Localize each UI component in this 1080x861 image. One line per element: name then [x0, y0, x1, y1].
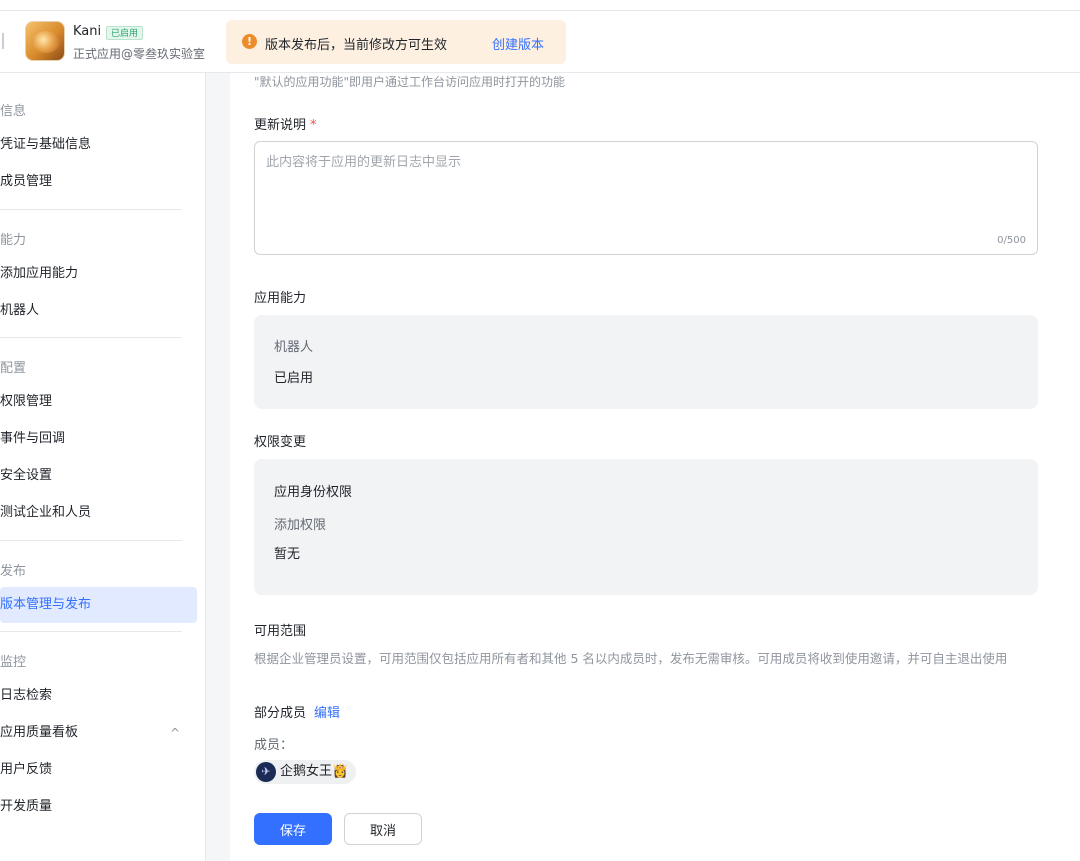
sidebar-item-log-search[interactable]: 日志检索 [0, 678, 197, 714]
sidebar-item-add-capability[interactable]: 添加应用能力 [0, 256, 197, 292]
availability-label: 可用范围 [254, 624, 307, 639]
permission-change-label: 权限变更 [254, 435, 307, 450]
update-notes-label: 更新说明 * [254, 114, 317, 133]
scope-value: 部分成员 [254, 706, 307, 721]
member-chip[interactable]: ✈ 企鹅女王👸 [254, 760, 357, 784]
sidebar-item-permissions[interactable]: 权限管理 [0, 384, 197, 420]
availability-description: 根据企业管理员设置，可用范围仅包括应用所有者和其他 5 名以内成员时，发布无需审… [254, 651, 1008, 666]
sidebar-item-test-tenant[interactable]: 测试企业和人员 [0, 495, 197, 531]
main-area: "默认的应用功能"即用户通过工作台访问应用时打开的功能 更新说明 * 此内容将于应… [206, 73, 1080, 861]
notice-text: 版本发布后，当前修改方可生效 [265, 38, 448, 53]
top-divider [0, 10, 1080, 11]
warning-circle-icon: ! [242, 34, 257, 49]
sidebar-group-monitor: 监控 [0, 655, 27, 670]
sidebar-divider [0, 540, 182, 541]
update-notes-label-text: 更新说明 [254, 118, 307, 133]
capability-item-status: 已启用 [274, 371, 314, 386]
permission-add-label: 添加权限 [274, 518, 327, 533]
sidebar-divider [0, 209, 182, 210]
update-notes-textarea[interactable]: 此内容将于应用的更新日志中显示 0/500 [254, 141, 1038, 255]
sidebar-item-credentials[interactable]: 凭证与基础信息 [0, 127, 197, 163]
sidebar-item-dev-quality[interactable]: 开发质量 [0, 789, 197, 825]
capability-box: 机器人 已启用 [254, 315, 1038, 409]
publish-notice: ! 版本发布后，当前修改方可生效 创建版本 [226, 20, 566, 64]
sidebar-group-config: 配置 [0, 361, 27, 376]
default-feature-hint: "默认的应用功能"即用户通过工作台访问应用时打开的功能 [254, 75, 566, 89]
sidebar-item-version-release[interactable]: 版本管理与发布 [0, 587, 197, 623]
create-version-link[interactable]: 创建版本 [492, 34, 544, 53]
chevron-up-icon[interactable]: ^ [170, 715, 180, 751]
sidebar-group-info: 信息 [0, 104, 27, 119]
member-name: 企鹅女王👸 [280, 764, 349, 779]
member-avatar: ✈ [256, 762, 276, 782]
required-mark: * [310, 118, 317, 133]
version-form-card: "默认的应用功能"即用户通过工作台访问应用时打开的功能 更新说明 * 此内容将于应… [230, 73, 1080, 861]
edit-scope-link[interactable]: 编辑 [314, 706, 340, 721]
capability-section-label: 应用能力 [254, 291, 307, 306]
members-label: 成员： [254, 738, 294, 753]
sidebar-divider [0, 337, 182, 338]
top-bar: Kani 已启用 正式应用@零叁玖实验室 ! 版本发布后，当前修改方可生效 创建… [0, 0, 1080, 73]
availability-scope: 部分成员 编辑 [254, 702, 340, 721]
back-mark[interactable] [2, 33, 4, 49]
sidebar-item-label: 应用质量看板 [0, 725, 79, 740]
permission-add-value: 暂无 [274, 547, 301, 562]
permission-scope-title: 应用身份权限 [274, 485, 353, 500]
sidebar-item-security[interactable]: 安全设置 [0, 458, 197, 494]
sidebar: 信息 凭证与基础信息 成员管理 能力 添加应用能力 机器人 配置 权限管理 事件… [0, 73, 206, 861]
app-food-logo-icon [25, 21, 65, 61]
app-logo-dish [32, 31, 60, 53]
app-status-badge: 已启用 [106, 26, 144, 40]
sidebar-item-events[interactable]: 事件与回调 [0, 421, 197, 457]
app-name: Kani [73, 24, 102, 39]
capability-item-title: 机器人 [274, 340, 314, 355]
app-subtitle: 正式应用@零叁玖实验室 [73, 47, 206, 61]
update-notes-placeholder: 此内容将于应用的更新日志中显示 [266, 155, 462, 170]
char-counter: 0/500 [997, 235, 1026, 246]
permission-box: 应用身份权限 添加权限 暂无 [254, 459, 1038, 595]
save-button[interactable]: 保存 [254, 813, 332, 845]
sidebar-item-bot[interactable]: 机器人 [0, 293, 197, 329]
sidebar-group-publish: 发布 [0, 564, 27, 579]
sidebar-item-members[interactable]: 成员管理 [0, 164, 197, 200]
sidebar-group-capability: 能力 [0, 233, 27, 248]
sidebar-divider [0, 631, 182, 632]
cancel-button[interactable]: 取消 [344, 813, 422, 845]
sidebar-item-feedback[interactable]: 用户反馈 [0, 752, 197, 788]
sidebar-item-quality-board[interactable]: 应用质量看板 ^ [0, 715, 197, 751]
